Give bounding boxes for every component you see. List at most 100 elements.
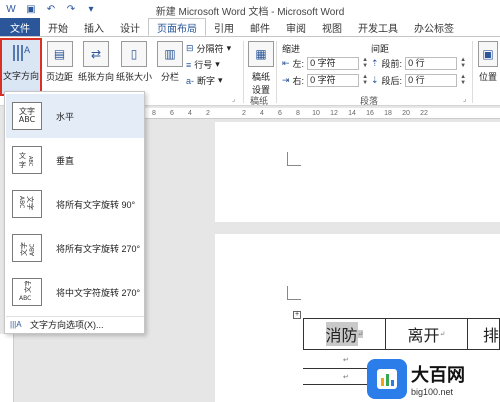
svg-text:文字: 文字 (19, 242, 28, 256)
indent-right-label: 右: (292, 76, 305, 86)
line-numbers-button[interactable]: ≡ 行号 ▾ (186, 58, 220, 71)
indent-right-field[interactable]: 0 字符 (307, 74, 360, 87)
menu-item-vertical[interactable]: 文字 ABC 垂直 (6, 138, 144, 182)
page-1[interactable] (215, 122, 500, 222)
tab-page-layout[interactable]: 页面布局 (148, 18, 206, 36)
customize-icon[interactable]: ▾ (84, 2, 98, 16)
ruler-tick-label: 8 (152, 109, 156, 117)
tab-insert[interactable]: 插入 (76, 18, 112, 36)
orientation-button[interactable]: ⇄ 纸张方向 (78, 41, 114, 83)
text-direction-label: 文字方向 (2, 71, 39, 81)
indent-right-spinner[interactable]: ▲ ▼ (362, 74, 368, 87)
indent-label: 缩进 (282, 44, 301, 54)
ruler-tick-label: 2 (206, 109, 210, 117)
breaks-icon: ⊟ (186, 43, 194, 53)
indent-header: 缩进 (282, 42, 300, 55)
ruler-tick-label: 6 (170, 109, 174, 117)
breaks-button[interactable]: ⊟ 分隔符 ▾ (186, 42, 231, 55)
svg-text:A: A (24, 46, 31, 56)
size-button[interactable]: ▯ 纸张大小 (116, 41, 152, 83)
group-separator (243, 41, 244, 103)
text-direction-icon: A (8, 40, 34, 66)
cell-text: 离开 (407, 326, 440, 345)
tab-view[interactable]: 视图 (314, 18, 350, 36)
position-icon: ▣ (478, 41, 498, 67)
table-move-handle-icon[interactable]: + (293, 311, 301, 319)
group-separator (276, 41, 277, 103)
rotate-270-icon: 文字 ABC (12, 234, 42, 262)
svg-text:ABC: ABC (18, 196, 25, 208)
redo-icon[interactable]: ↷ (64, 2, 78, 16)
watermark-url: big100.net (411, 387, 454, 397)
menu-item-label: 水平 (56, 111, 75, 122)
tab-file[interactable]: 文件 (0, 18, 40, 36)
svg-text:字: 字 (19, 160, 26, 169)
menu-item-rotate-90[interactable]: 文字 ABC 将所有文字旋转 90° (6, 182, 144, 226)
position-button[interactable]: ▣ 位置 (478, 41, 498, 83)
ruler-tick-label: 20 (402, 109, 410, 117)
page-setup-launcher-icon[interactable]: ⌟ (232, 95, 235, 103)
menu-item-label: 将中文字符旋转 270° (56, 287, 141, 298)
table-cell[interactable]: 离开 ↵ (386, 319, 468, 349)
tab-references[interactable]: 引用 (206, 18, 242, 36)
spacing-before-field[interactable]: 0 行 (405, 57, 458, 70)
ruler-tick-label: 22 (420, 109, 428, 117)
paragraph-mark: ↵ (357, 330, 364, 338)
indent-left-spinner[interactable]: ▲ ▼ (362, 57, 368, 70)
tab-design[interactable]: 设计 (112, 18, 148, 36)
table-cell[interactable]: 排 (468, 319, 499, 349)
spacing-after-row: ⇣ 段后: 0 行 ▲ ▼ (371, 74, 466, 87)
paragraph-mark: ↵ (439, 330, 446, 338)
undo-icon[interactable]: ↶ (44, 2, 58, 16)
text-direction-options-icon: |||A (10, 320, 22, 329)
spacing-before-spinner[interactable]: ▲ ▼ (460, 57, 466, 70)
paragraph-mark: ↵ (343, 357, 349, 364)
watermark: 大百网 big100.net (367, 356, 500, 402)
menu-item-horizontal[interactable]: 文字 ABC 水平 (6, 94, 144, 138)
tab-office-tab[interactable]: 办公标签 (406, 18, 462, 36)
svg-text:文字: 文字 (23, 281, 32, 293)
spacing-after-spinner[interactable]: ▲ ▼ (460, 74, 466, 87)
spacing-after-field[interactable]: 0 行 (405, 74, 458, 87)
tab-home[interactable]: 开始 (40, 18, 76, 36)
manuscript-button[interactable]: ▦ 稿纸 设置 (248, 41, 274, 96)
hyphenation-icon: a- (186, 75, 195, 86)
menu-item-rotate-270[interactable]: 文字 ABC 将所有文字旋转 270° (6, 226, 144, 270)
indent-left-field[interactable]: 0 字符 (307, 57, 360, 70)
menu-item-label: 垂直 (56, 155, 75, 166)
text-direction-options-item[interactable]: |||A 文字方向选项(X)... (6, 316, 144, 332)
tab-developer[interactable]: 开发工具 (350, 18, 406, 36)
indent-left-icon: ⇤ (282, 58, 290, 68)
watermark-text: 大百网 big100.net (411, 361, 465, 397)
text-direction-button[interactable]: A 文字方向 (0, 38, 42, 96)
orientation-icon: ⇄ (83, 41, 109, 67)
menu-item-label: 将所有文字旋转 90° (56, 199, 136, 210)
columns-icon: ▥ (157, 41, 183, 67)
margins-button[interactable]: ▤ 页边距 (46, 41, 73, 83)
line-numbers-label: 行号 (194, 60, 213, 70)
word-icon[interactable]: W (4, 2, 18, 16)
horizontal-ruler[interactable]: 8 6 4 2 2 4 6 8 10 12 14 16 18 20 22 (145, 108, 500, 119)
svg-text:ABC: ABC (27, 156, 33, 167)
vertical-ruler[interactable] (0, 334, 14, 402)
orientation-label: 纸张方向 (78, 72, 115, 82)
manuscript-icon: ▦ (248, 41, 274, 67)
tab-review[interactable]: 审阅 (278, 18, 314, 36)
paragraph-mark: ↵ (343, 374, 349, 381)
rotate-cjk-270-icon: 文字 ABC (12, 278, 42, 306)
spacing-after-label: 段后: (381, 76, 403, 86)
tab-mailings[interactable]: 邮件 (242, 18, 278, 36)
margins-label: 页边距 (46, 72, 74, 82)
ruler-tick-label: 4 (188, 109, 192, 117)
columns-button[interactable]: ▥ 分栏 (157, 41, 183, 83)
table-cell[interactable]: 消防 ↵ (304, 319, 386, 349)
save-icon[interactable]: ▣ (24, 2, 38, 16)
hyphenation-button[interactable]: a- 断字 ▾ (186, 74, 223, 87)
quick-access-toolbar: W ▣ ↶ ↷ ▾ (0, 2, 98, 16)
ruler-tick-label: 16 (366, 109, 374, 117)
menu-item-rotate-cjk-270[interactable]: 文字 ABC 将中文字符旋转 270° (6, 270, 144, 314)
text-direction-menu: 文字 ABC 水平 文字 ABC 垂直 文字 ABC 将所有文字旋转 90° 文字 AB… (4, 91, 145, 334)
paragraph-launcher-icon[interactable]: ⌟ (463, 95, 466, 103)
vertical-text-icon: 文字 ABC (12, 146, 42, 174)
ruler-tick-label: 4 (260, 109, 264, 117)
